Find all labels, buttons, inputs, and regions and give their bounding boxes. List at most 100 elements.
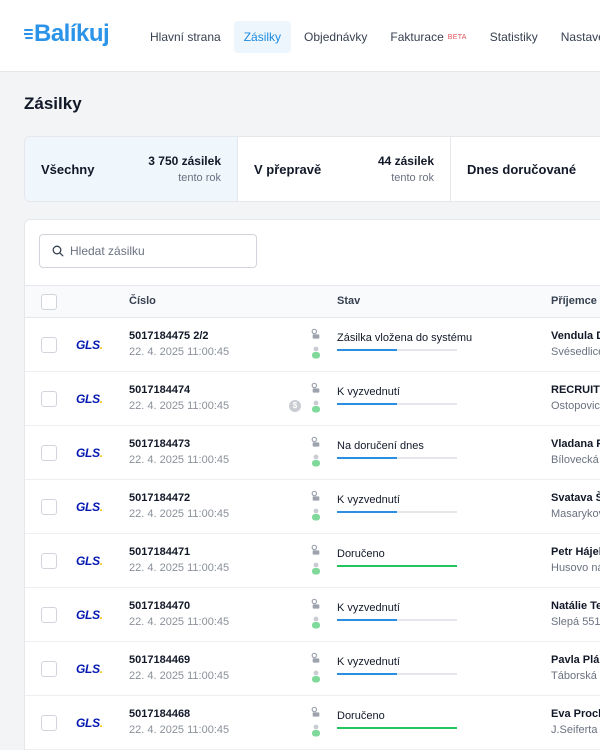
status-progress-bar (337, 565, 457, 567)
status-progress-bar (337, 403, 457, 405)
column-header-recipient[interactable]: Příjemce (551, 295, 597, 307)
shipment-number[interactable]: 5017184471 (129, 546, 190, 558)
sender-icon (311, 706, 320, 717)
carrier-logo-gls: GLS. (76, 500, 103, 514)
select-all-checkbox[interactable] (41, 294, 57, 310)
nav-item-label: Statistiky (489, 30, 538, 44)
carrier-name: GLS (76, 608, 100, 622)
top-navigation-bar: Balíkuj Hlavní strana Zásilky Objednávky Fa… (0, 0, 600, 72)
nav-item-label: Hlavní strana (150, 30, 221, 44)
table-row[interactable]: GLS. 5017184471 22. 4. 2025 11:00:45 Doruče… (25, 534, 600, 588)
table-row[interactable]: GLS. 5017184472 22. 4. 2025 11:00:45 K vyzv… (25, 480, 600, 534)
nav-item-label: Zásilky (243, 30, 282, 44)
cod-coin-icon: $ (289, 400, 301, 412)
row-checkbox[interactable] (41, 391, 57, 407)
carrier-logo-dot: . (99, 338, 103, 352)
table-row[interactable]: GLS. 5017184475 2/2 22. 4. 2025 11:00:45 Zá… (25, 318, 600, 372)
stat-count: 3 750 zásilek (148, 154, 221, 168)
status-progress-fill (337, 403, 397, 405)
carrier-logo-dot: . (99, 500, 103, 514)
logo-text: Balíkuj (34, 20, 110, 47)
shipment-number[interactable]: 5017184474 (129, 384, 190, 396)
table-row[interactable]: GLS. 5017184474 22. 4. 2025 11:00:45 $ K vyz… (25, 372, 600, 426)
shipment-number[interactable]: 5017184468 (129, 708, 190, 720)
carrier-name: GLS (76, 392, 100, 406)
status-progress-fill (337, 457, 397, 459)
row-checkbox[interactable] (41, 337, 57, 353)
carrier-name: GLS (76, 446, 100, 460)
recipient-person-icon (312, 400, 320, 413)
carrier-logo-dot: . (99, 554, 103, 568)
shipment-status: K vyzvednutí (337, 494, 400, 506)
shipment-number[interactable]: 5017184470 (129, 600, 190, 612)
carrier-logo-gls: GLS. (76, 608, 103, 622)
search-box[interactable] (39, 234, 257, 268)
search-input[interactable] (70, 244, 250, 258)
carrier-name: GLS (76, 554, 100, 568)
stat-card[interactable]: V přepravě 44 zásilek tento rok (238, 137, 451, 201)
sender-icon (311, 436, 320, 447)
table-row[interactable]: GLS. 5017184470 22. 4. 2025 11:00:45 K vyzv… (25, 588, 600, 642)
logo-speed-icon (24, 29, 33, 39)
recipient-person-icon (312, 346, 320, 359)
shipment-date: 22. 4. 2025 11:00:45 (129, 724, 230, 736)
status-progress-fill (337, 565, 457, 567)
recipient-name: Vendula D (551, 330, 600, 342)
carrier-logo-dot: . (99, 392, 103, 406)
nav-item-label: Fakturace (390, 30, 444, 44)
recipient-person-icon (312, 724, 320, 737)
nav-item-zasilky[interactable]: Zásilky (233, 21, 292, 53)
balikuj-logo[interactable]: Balíkuj (24, 20, 110, 48)
sender-icon (311, 652, 320, 663)
shipment-number[interactable]: 5017184475 2/2 (129, 330, 209, 342)
sender-icon (311, 598, 320, 609)
page-title: Zásilky (24, 94, 82, 113)
status-progress-bar (337, 511, 457, 513)
nav-item-hlavni-strana[interactable]: Hlavní strana (140, 21, 231, 53)
shipment-number[interactable]: 5017184472 (129, 492, 190, 504)
carrier-name: GLS (76, 338, 100, 352)
stat-label: V přepravě (254, 162, 322, 177)
row-checkbox[interactable] (41, 445, 57, 461)
shipment-date: 22. 4. 2025 11:00:45 (129, 346, 230, 358)
table-header: Číslo Stav Příjemce (25, 285, 600, 318)
stat-period: tento rok (391, 172, 434, 184)
stat-card[interactable]: Všechny 3 750 zásilek tento rok (25, 137, 238, 201)
status-progress-bar (337, 457, 457, 459)
row-checkbox[interactable] (41, 661, 57, 677)
nav-item-nastaveni[interactable]: Nastavení (551, 21, 600, 53)
status-progress-fill (337, 619, 397, 621)
recipient-person-icon (312, 562, 320, 575)
row-checkbox[interactable] (41, 715, 57, 731)
shipment-number[interactable]: 5017184469 (129, 654, 190, 666)
row-checkbox[interactable] (41, 607, 57, 623)
row-checkbox[interactable] (41, 499, 57, 515)
recipient-person-icon (312, 616, 320, 629)
shipment-date: 22. 4. 2025 11:00:45 (129, 670, 230, 682)
shipment-status: Doručeno (337, 710, 385, 722)
table-row[interactable]: GLS. 5017184473 22. 4. 2025 11:00:45 Na dor… (25, 426, 600, 480)
nav-item-fakturace[interactable]: Fakturace BETA (380, 21, 476, 53)
nav-item-statistiky[interactable]: Statistiky (480, 21, 548, 53)
column-header-number[interactable]: Číslo (129, 295, 156, 307)
recipient-person-icon (312, 454, 320, 467)
sender-icon (311, 382, 320, 393)
stat-period: tento rok (178, 172, 221, 184)
carrier-logo-gls: GLS. (76, 716, 103, 730)
shipment-status: Zásilka vložena do systému (337, 332, 473, 344)
carrier-logo-dot: . (99, 446, 103, 460)
shipment-date: 22. 4. 2025 11:00:45 (129, 616, 230, 628)
column-header-status[interactable]: Stav (337, 295, 360, 307)
carrier-logo-dot: . (99, 716, 103, 730)
recipient-name: Natálie Te (551, 600, 600, 612)
recipient-address: Slepá 551/ (551, 616, 600, 628)
shipment-status: K vyzvednutí (337, 386, 400, 398)
table-row[interactable]: GLS. 5017184468 22. 4. 2025 11:00:45 Doruče… (25, 696, 600, 750)
shipments-table-card: Číslo Stav Příjemce GLS. 5017184475 2/2 22… (24, 219, 600, 750)
stat-card[interactable]: Dnes doručované12 (451, 137, 600, 201)
shipment-number[interactable]: 5017184473 (129, 438, 190, 450)
status-progress-bar (337, 727, 457, 729)
row-checkbox[interactable] (41, 553, 57, 569)
nav-item-objednavky[interactable]: Objednávky (294, 21, 377, 53)
table-row[interactable]: GLS. 5017184469 22. 4. 2025 11:00:45 K vyzv… (25, 642, 600, 696)
